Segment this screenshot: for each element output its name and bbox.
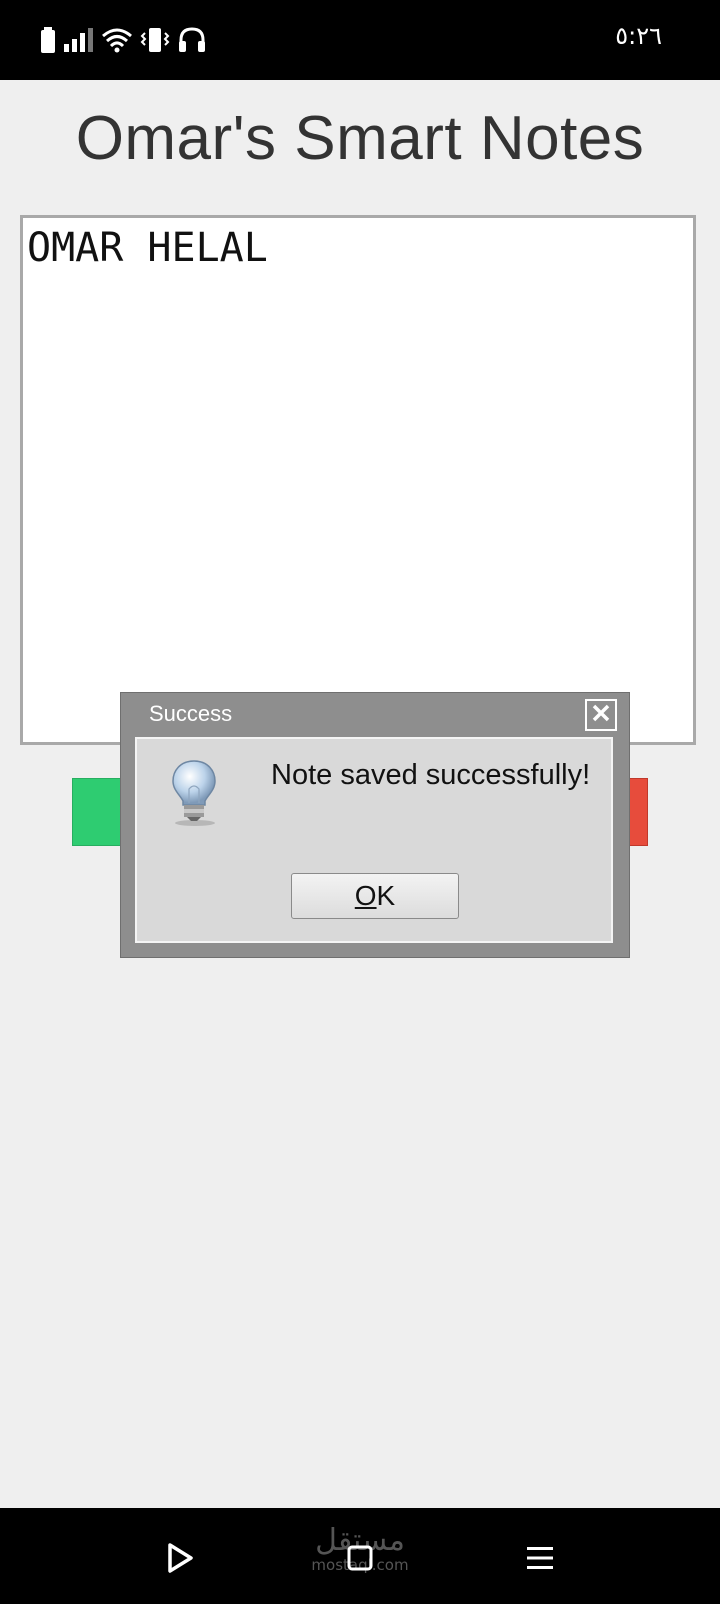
- wifi-icon: [102, 27, 132, 53]
- lightbulb-icon: [169, 759, 219, 831]
- save-button[interactable]: [72, 778, 124, 846]
- dialog-message: Note saved successfully!: [271, 759, 591, 791]
- ok-button[interactable]: OK: [291, 873, 459, 919]
- close-icon: [591, 703, 611, 727]
- battery-icon: [40, 27, 56, 53]
- signal-icon: [64, 28, 94, 52]
- ok-label-mnemonic: O: [354, 880, 377, 911]
- vibrate-icon: [140, 27, 170, 53]
- status-time: ٥:٢٦: [615, 22, 662, 50]
- dialog-close-button[interactable]: [585, 699, 617, 731]
- play-icon[interactable]: [160, 1538, 200, 1578]
- headphones-icon: [178, 27, 206, 53]
- home-square-icon[interactable]: [340, 1538, 380, 1578]
- ok-label-rest: K: [376, 880, 396, 911]
- success-dialog: Success Note saved successfully! O K: [120, 692, 630, 958]
- status-bar: ٥:٢٦: [0, 0, 720, 80]
- navigation-bar: مستقل mostaql.com: [0, 1508, 720, 1604]
- status-icons: [40, 24, 206, 56]
- dialog-title: Success: [149, 701, 233, 726]
- dialog-body: Note saved successfully! OK: [135, 737, 613, 943]
- app-title: Omar's Smart Notes: [75, 104, 645, 173]
- note-text-area[interactable]: OMAR HELAL: [20, 215, 696, 745]
- menu-icon[interactable]: [520, 1538, 560, 1578]
